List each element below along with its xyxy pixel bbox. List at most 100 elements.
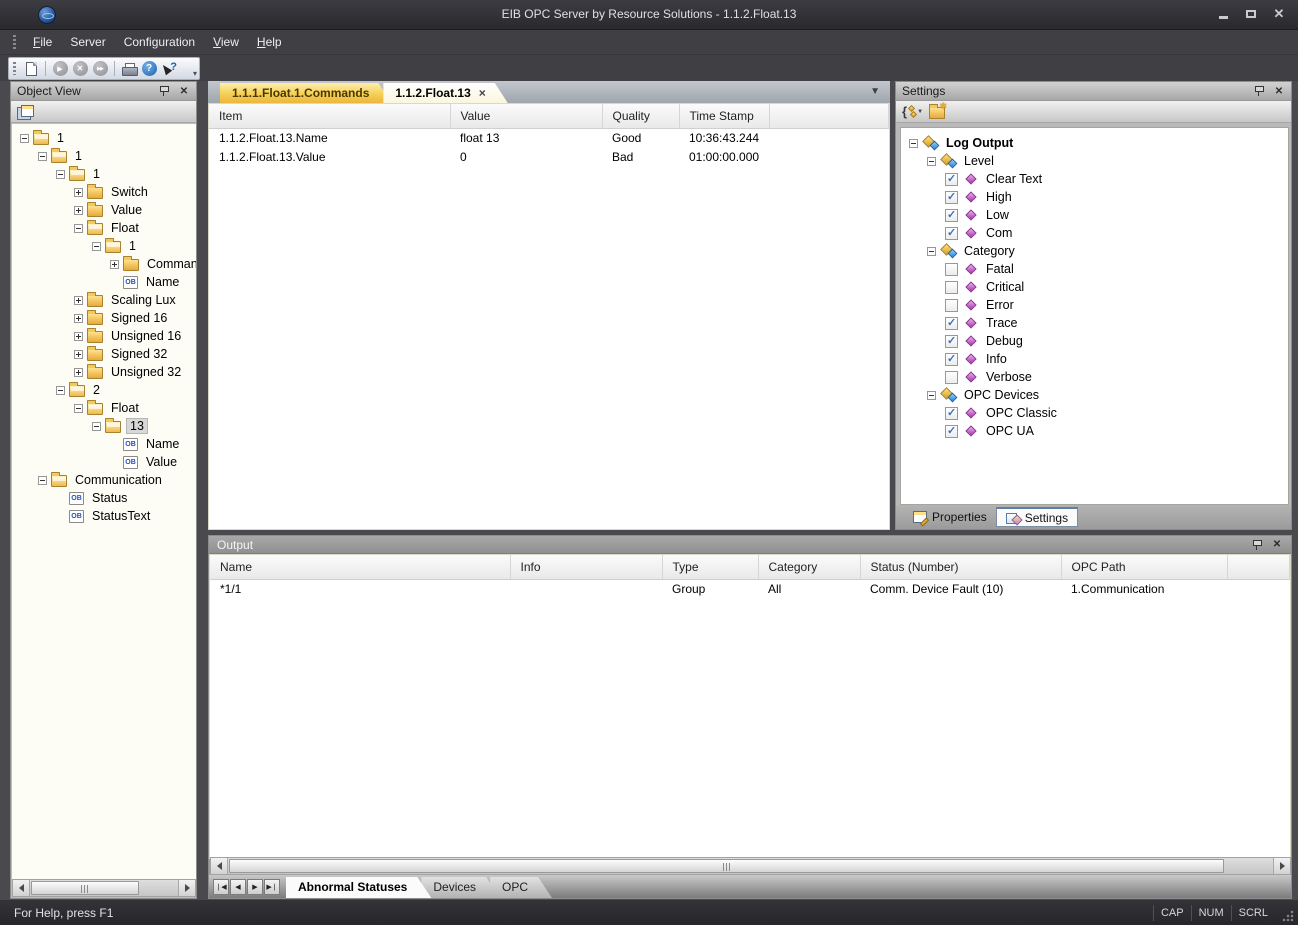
minus-expander-icon[interactable] bbox=[20, 134, 29, 143]
tree-node-commands[interactable]: Commands bbox=[12, 255, 196, 273]
settings-node-info[interactable]: Info bbox=[901, 350, 1288, 368]
checked-checkbox[interactable] bbox=[945, 335, 958, 348]
maximize-button[interactable] bbox=[1242, 6, 1260, 22]
help-button[interactable]: ? bbox=[139, 59, 159, 78]
column-header-item[interactable]: Item bbox=[209, 104, 450, 128]
close-button[interactable]: ✕ bbox=[1270, 6, 1288, 22]
tab-settings[interactable]: Settings bbox=[996, 507, 1078, 527]
menu-item-help[interactable]: Help bbox=[248, 32, 291, 52]
tab-list-dropdown-icon[interactable]: ▼ bbox=[870, 86, 880, 97]
scrollbar-thumb[interactable] bbox=[229, 859, 1224, 873]
column-header-status-number[interactable]: Status (Number) bbox=[860, 555, 1061, 579]
settings-node-trace[interactable]: Trace bbox=[901, 314, 1288, 332]
plus-expander-icon[interactable] bbox=[74, 296, 83, 305]
new-category-icon[interactable] bbox=[929, 107, 945, 119]
settings-node-fatal[interactable]: Fatal bbox=[901, 260, 1288, 278]
minus-expander-icon[interactable] bbox=[909, 139, 918, 148]
settings-node-level[interactable]: Level bbox=[901, 152, 1288, 170]
unchecked-checkbox[interactable] bbox=[945, 281, 958, 294]
settings-node-verbose[interactable]: Verbose bbox=[901, 368, 1288, 386]
close-icon[interactable]: ✕ bbox=[178, 86, 190, 97]
tree-node-status[interactable]: OBStatus bbox=[12, 489, 196, 507]
stop-server-button[interactable] bbox=[70, 59, 90, 78]
minus-expander-icon[interactable] bbox=[38, 476, 47, 485]
chevron-down-icon[interactable]: ▼ bbox=[917, 109, 923, 115]
tree-node-1[interactable]: 1 bbox=[12, 129, 196, 147]
output-tab-devices[interactable]: Devices bbox=[421, 877, 500, 898]
scroll-left-icon[interactable] bbox=[211, 858, 228, 874]
toolbar-overflow-icon[interactable]: ▾ bbox=[193, 69, 197, 78]
close-icon[interactable]: ✕ bbox=[1273, 86, 1285, 97]
pin-icon[interactable] bbox=[1251, 539, 1263, 551]
tab-close-icon[interactable]: × bbox=[479, 86, 486, 100]
table-row[interactable]: 1.1.2.Float.13.Namefloat 13Good10:36:43.… bbox=[209, 128, 889, 147]
output-tab-opc[interactable]: OPC bbox=[490, 877, 552, 898]
minimize-button[interactable] bbox=[1214, 6, 1232, 22]
settings-node-category[interactable]: Category bbox=[901, 242, 1288, 260]
resize-grip[interactable] bbox=[1281, 909, 1295, 923]
object-list-view-icon[interactable] bbox=[17, 105, 33, 119]
pin-icon[interactable] bbox=[158, 85, 170, 97]
settings-node-opc-ua[interactable]: OPC UA bbox=[901, 422, 1288, 440]
tree-node-switch[interactable]: Switch bbox=[12, 183, 196, 201]
column-header-category[interactable]: Category bbox=[758, 555, 860, 579]
document-tab-1-1-1-float-1-commands[interactable]: 1.1.1.Float.1.Commands bbox=[220, 83, 391, 103]
checked-checkbox[interactable] bbox=[945, 425, 958, 438]
tree-node-1[interactable]: 1 bbox=[12, 237, 196, 255]
checked-checkbox[interactable] bbox=[945, 209, 958, 222]
unchecked-checkbox[interactable] bbox=[945, 371, 958, 384]
pin-icon[interactable] bbox=[1253, 85, 1265, 97]
settings-node-high[interactable]: High bbox=[901, 188, 1288, 206]
menu-item-configuration[interactable]: Configuration bbox=[115, 32, 204, 52]
tree-node-communication[interactable]: Communication bbox=[12, 471, 196, 489]
column-header-time-stamp[interactable]: Time Stamp bbox=[679, 104, 769, 128]
tree-node-value[interactable]: Value bbox=[12, 201, 196, 219]
next-tab-icon[interactable]: ▶ bbox=[247, 879, 263, 895]
minus-expander-icon[interactable] bbox=[92, 242, 101, 251]
minus-expander-icon[interactable] bbox=[74, 404, 83, 413]
minus-expander-icon[interactable] bbox=[92, 422, 101, 431]
tree-node-signed-16[interactable]: Signed 16 bbox=[12, 309, 196, 327]
column-header-info[interactable]: Info bbox=[510, 555, 662, 579]
document-tab-1-1-2-float-13[interactable]: 1.1.2.Float.13× bbox=[383, 83, 507, 103]
context-help-button[interactable]: ? bbox=[159, 59, 179, 78]
menu-grip[interactable] bbox=[13, 35, 16, 50]
column-header-type[interactable]: Type bbox=[662, 555, 758, 579]
tree-node-13[interactable]: 13 bbox=[12, 417, 196, 435]
minus-expander-icon[interactable] bbox=[927, 391, 936, 400]
start-server-button[interactable] bbox=[50, 59, 70, 78]
plus-expander-icon[interactable] bbox=[74, 314, 83, 323]
tree-node-1[interactable]: 1 bbox=[12, 165, 196, 183]
tree-node-float[interactable]: Float bbox=[12, 219, 196, 237]
log-settings-icon[interactable]: { bbox=[902, 104, 915, 119]
new-document-button[interactable] bbox=[21, 59, 41, 78]
tree-node-2[interactable]: 2 bbox=[12, 381, 196, 399]
column-header-value[interactable]: Value bbox=[450, 104, 602, 128]
tree-node-float[interactable]: Float bbox=[12, 399, 196, 417]
tree-node-scaling-lux[interactable]: Scaling Lux bbox=[12, 291, 196, 309]
unchecked-checkbox[interactable] bbox=[945, 263, 958, 276]
checked-checkbox[interactable] bbox=[945, 191, 958, 204]
restart-server-button[interactable] bbox=[90, 59, 110, 78]
tab-properties[interactable]: Properties bbox=[904, 507, 996, 527]
menu-item-server[interactable]: Server bbox=[61, 32, 114, 52]
settings-node-com[interactable]: Com bbox=[901, 224, 1288, 242]
minus-expander-icon[interactable] bbox=[927, 247, 936, 256]
checked-checkbox[interactable] bbox=[945, 227, 958, 240]
table-row[interactable]: *1/1GroupAllComm. Device Fault (10)1.Com… bbox=[210, 579, 1290, 598]
table-row[interactable]: 1.1.2.Float.13.Value0Bad01:00:00.000 bbox=[209, 147, 889, 166]
minus-expander-icon[interactable] bbox=[56, 170, 65, 179]
minus-expander-icon[interactable] bbox=[927, 157, 936, 166]
scroll-left-icon[interactable] bbox=[13, 880, 30, 896]
checked-checkbox[interactable] bbox=[945, 317, 958, 330]
plus-expander-icon[interactable] bbox=[74, 350, 83, 359]
output-tab-abnormal-statuses[interactable]: Abnormal Statuses bbox=[286, 877, 431, 898]
settings-node-opc-classic[interactable]: OPC Classic bbox=[901, 404, 1288, 422]
first-tab-icon[interactable]: ❘◀ bbox=[213, 879, 229, 895]
checked-checkbox[interactable] bbox=[945, 173, 958, 186]
checked-checkbox[interactable] bbox=[945, 353, 958, 366]
print-button[interactable] bbox=[119, 59, 139, 78]
toolbar-grip[interactable] bbox=[13, 62, 16, 75]
plus-expander-icon[interactable] bbox=[74, 206, 83, 215]
tree-node-name[interactable]: OBName bbox=[12, 273, 196, 291]
